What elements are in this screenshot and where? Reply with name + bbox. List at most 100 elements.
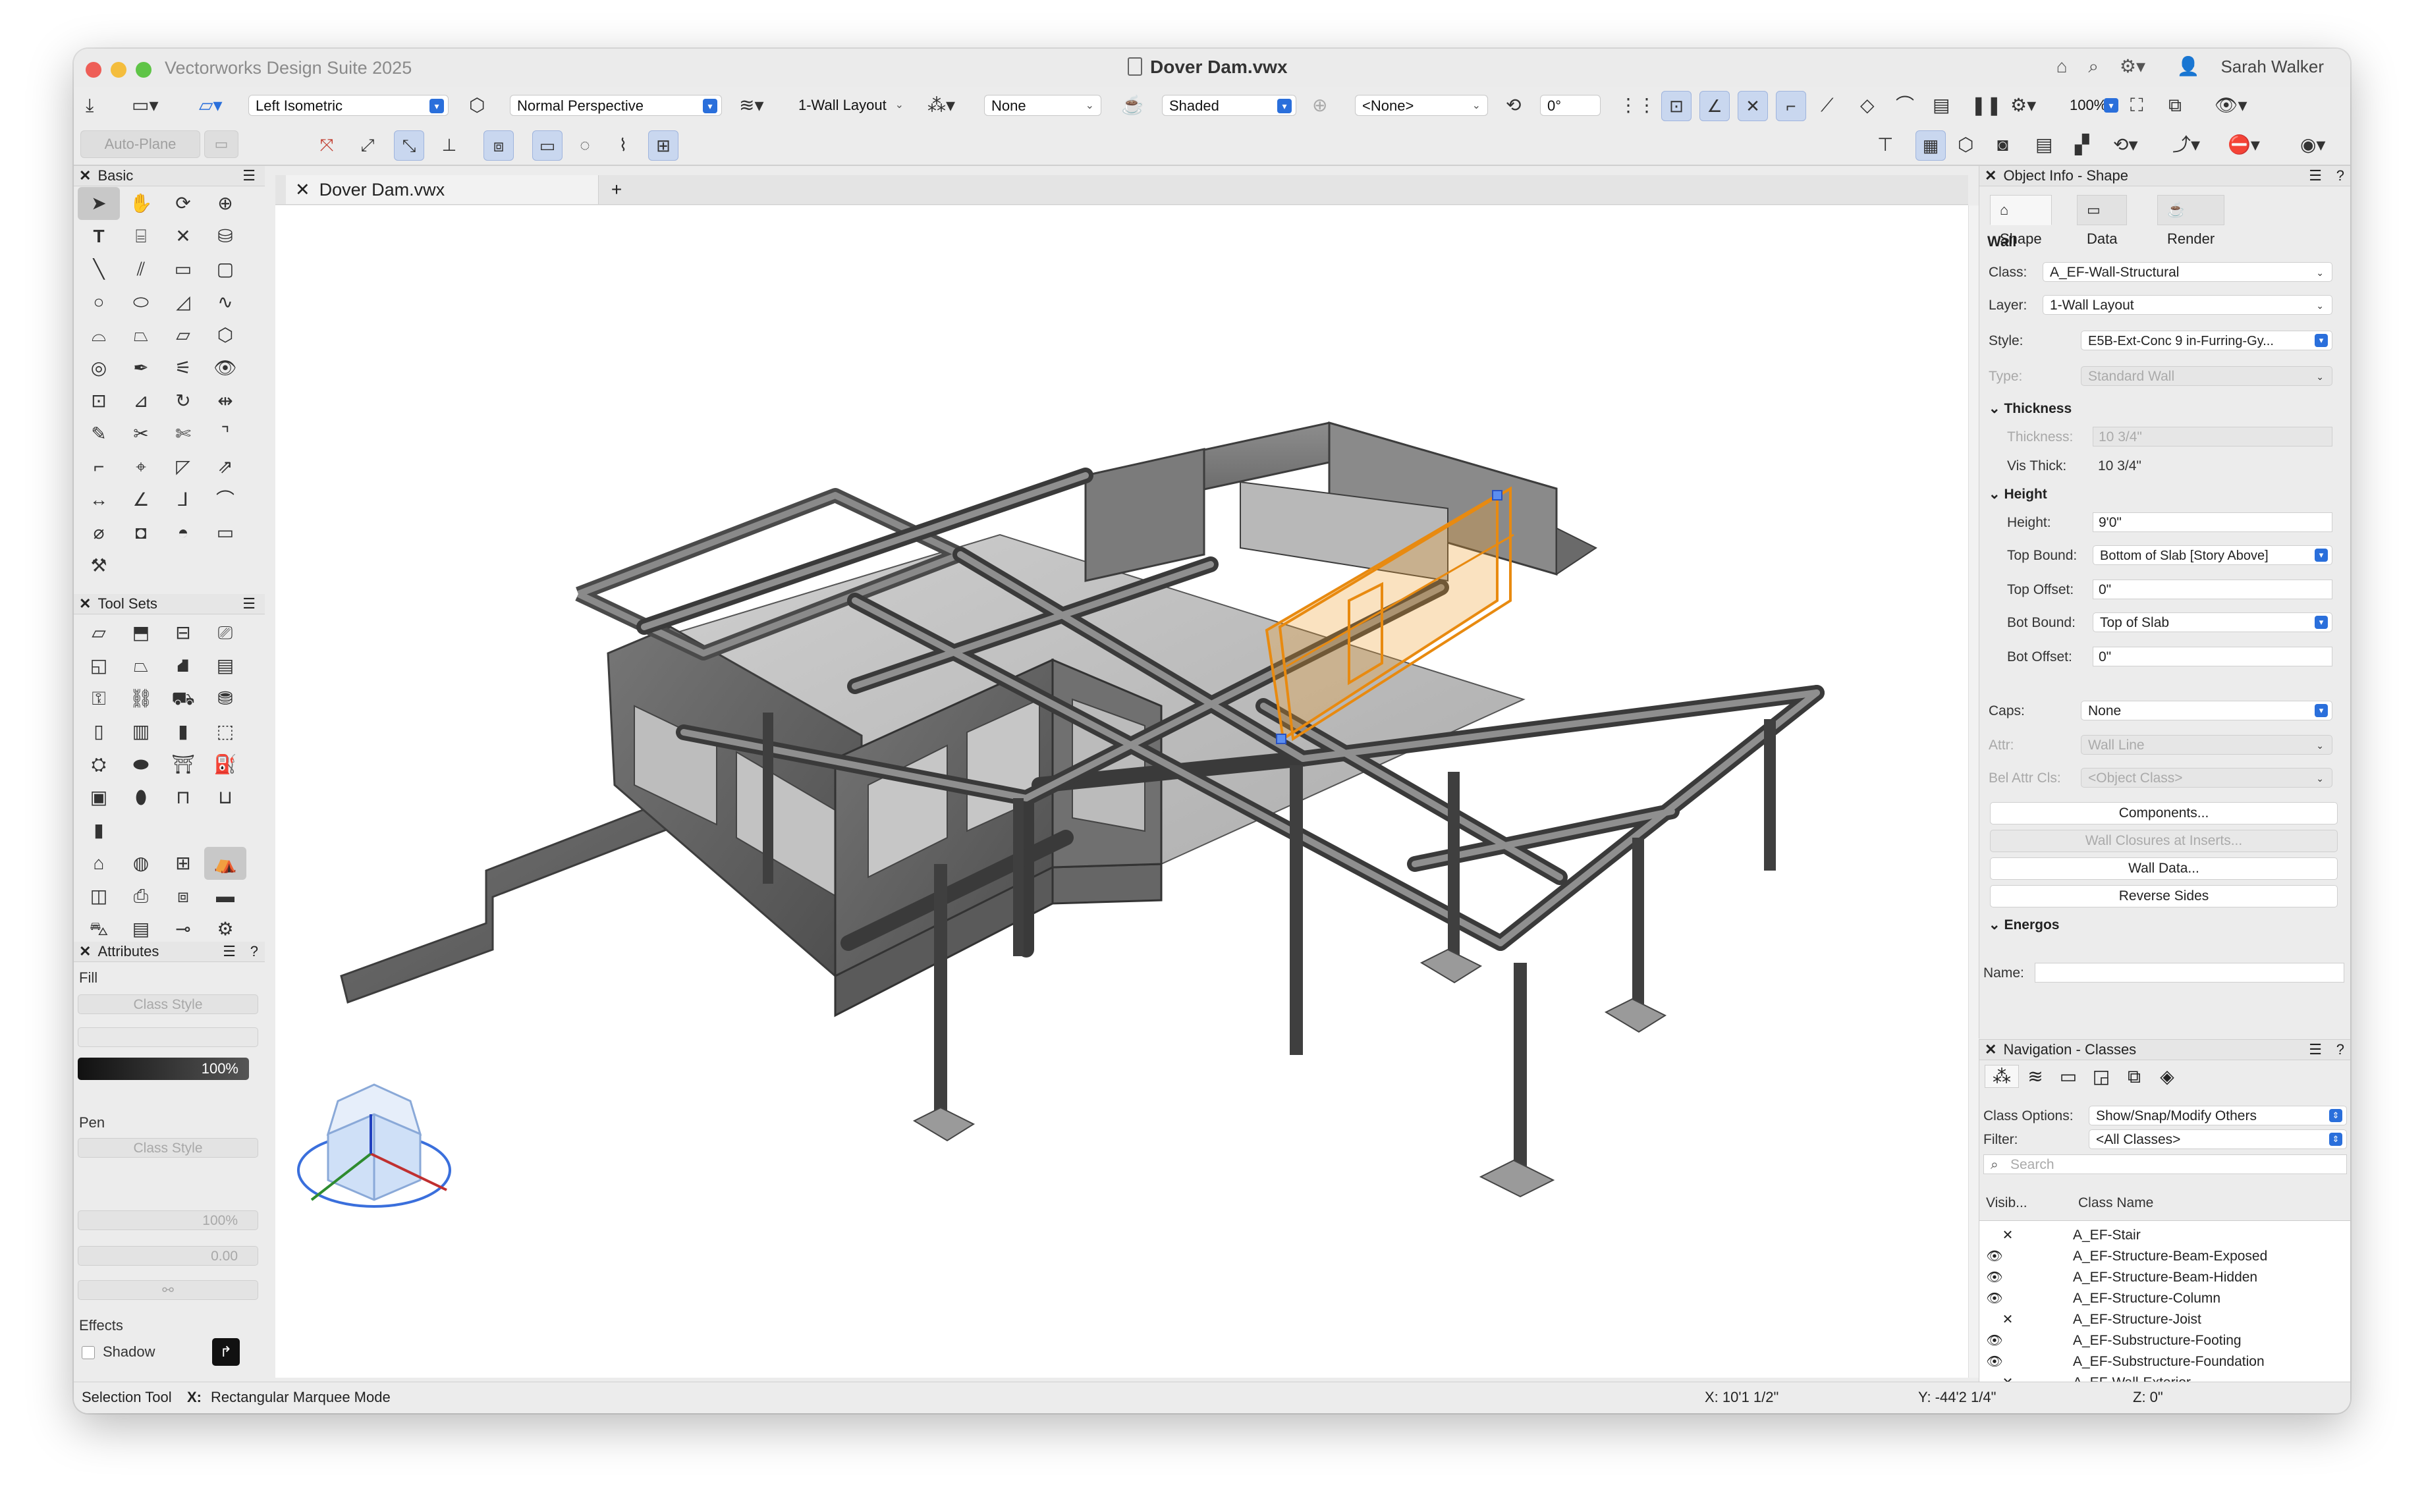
zoom-tool-icon[interactable]: ⊕ xyxy=(204,187,246,220)
rotate-mode-icon[interactable]: ⊥ xyxy=(435,130,464,159)
stake-tool-icon[interactable]: ⛁ xyxy=(204,220,246,253)
class-options-select[interactable]: Show/Snap/Modify Others ⇕ xyxy=(2089,1106,2347,1125)
height-field[interactable]: 9'0" xyxy=(2093,512,2332,532)
tab-shape[interactable]: ⌂ Shape xyxy=(1990,195,2052,247)
snap-angle-icon[interactable]: ∠ xyxy=(1699,91,1730,121)
document-settings-icon[interactable]: ▭▾ xyxy=(132,92,159,119)
layout-icon[interactable]: ▞ xyxy=(2075,132,2089,158)
selection-handle[interactable] xyxy=(1492,490,1502,500)
rotate-tool-icon[interactable]: ↻ xyxy=(162,385,204,418)
eye-icon[interactable]: 👁 xyxy=(1985,1330,2004,1351)
eye-icon[interactable]: 👁 xyxy=(1985,1246,2004,1267)
layers-tab-icon[interactable]: ≋ xyxy=(2019,1066,2052,1087)
angle-tool-icon[interactable]: ◓ xyxy=(162,516,204,549)
tape-tool-icon[interactable]: ◘ xyxy=(120,516,162,549)
toolset-frame-icon[interactable]: ⧈ xyxy=(162,880,204,913)
flyover-icon[interactable]: ⟲▾ xyxy=(2113,132,2138,158)
toolset-site-icon[interactable]: ⛓ xyxy=(120,682,162,715)
snap-grid-icon[interactable]: ⋮⋮ xyxy=(1619,92,1656,119)
working-plane-icon[interactable]: ⊕ xyxy=(1312,92,1327,119)
toolset-vehicle-icon[interactable]: ⛍ xyxy=(78,913,120,946)
classes-tab-icon[interactable]: ⁂ xyxy=(1985,1065,2019,1088)
selection-tool-icon[interactable]: ➤ xyxy=(78,187,120,220)
text-tool-icon[interactable]: T xyxy=(78,220,120,253)
angular-dim-tool-icon[interactable]: ∠ xyxy=(120,483,162,516)
symbols-tab-icon[interactable]: ◈ xyxy=(2151,1066,2184,1087)
tool-icon-b[interactable]: ▦ xyxy=(1915,130,1946,161)
energos-section[interactable]: ⌄ Energos xyxy=(1989,917,2059,933)
toolset-tube-icon[interactable]: ⊸ xyxy=(162,913,204,946)
pen-style-select[interactable]: Class Style xyxy=(78,1138,258,1158)
toolset-wall-icon[interactable]: ▱ xyxy=(78,616,120,649)
auto-plane-button[interactable]: Auto-Plane xyxy=(80,130,200,158)
section-tool-icon[interactable]: ⅃ xyxy=(162,483,204,516)
visibility-tool-icon[interactable]: 👁 xyxy=(204,352,246,385)
toolset-key-icon[interactable]: ⚿ xyxy=(78,682,120,715)
toolset-misc-icon[interactable]: ▮ xyxy=(78,814,120,847)
projection-select[interactable]: Normal Perspective ▾ xyxy=(510,95,722,116)
pause-icon[interactable]: ❚❚ xyxy=(1971,92,2002,119)
type-select[interactable]: Standard Wall ⌄ xyxy=(2081,366,2332,386)
tab-render[interactable]: ☕ Render xyxy=(2157,195,2225,247)
mirror-tool-icon[interactable]: ⇹ xyxy=(204,385,246,418)
locus-tool-icon[interactable]: ✕ xyxy=(162,220,204,253)
toolset-home-icon[interactable]: ⛺ xyxy=(204,847,246,880)
views-tab-icon[interactable]: ◲ xyxy=(2085,1066,2118,1087)
render-mode-select[interactable]: Shaded ▾ xyxy=(1162,95,1296,116)
fill-opacity-bar[interactable]: 100% xyxy=(78,1058,249,1080)
view-icon[interactable]: ▱▾ xyxy=(199,92,223,119)
class-row[interactable]: 👁 A_EF-Substructure-Foundation xyxy=(1979,1351,2340,1372)
viewport-scrollbar[interactable] xyxy=(1968,205,1979,1378)
tab-data[interactable]: ▭ Data xyxy=(2077,195,2128,247)
polygon-marquee-icon[interactable]: ⌇ xyxy=(609,130,638,159)
move-by-points-icon[interactable]: ⇗ xyxy=(204,450,246,483)
eyedropper-tool-icon[interactable]: ✒ xyxy=(120,352,162,385)
snap-box-icon[interactable]: ⊡ xyxy=(1661,91,1692,121)
toolset-camera-icon[interactable]: ⎙ xyxy=(120,880,162,913)
smart-edge-icon[interactable]: ⌒ xyxy=(1896,92,1914,119)
multiple-reshape-icon[interactable]: ⤡ xyxy=(394,130,424,161)
pen-weight-field[interactable]: 0.00 xyxy=(78,1246,258,1266)
snap-tangent-icon[interactable]: ◇ xyxy=(1860,92,1875,119)
class-row[interactable]: 👁 A_EF-Structure-Column xyxy=(1979,1288,2340,1309)
toolset-machine-icon[interactable]: ⛭ xyxy=(78,748,120,781)
toolset-column-icon[interactable]: ▮ xyxy=(162,715,204,748)
classes-icon[interactable]: ⁂▾ xyxy=(927,92,955,119)
disable-interactive-icon[interactable]: ⤧ xyxy=(312,130,341,159)
toolset-grid-icon[interactable]: ⊞ xyxy=(162,847,204,880)
toolset-roof-icon[interactable]: ⏢ xyxy=(120,649,162,682)
shadow-checkbox[interactable] xyxy=(82,1346,95,1359)
zoom-window-button[interactable] xyxy=(136,62,152,78)
toolset-slab-icon[interactable]: ⬒ xyxy=(120,616,162,649)
render-mode-icon[interactable]: ☕ xyxy=(1121,92,1144,119)
help-icon[interactable]: ? xyxy=(2336,1040,2344,1060)
transform-mode-icon[interactable]: ⧈ xyxy=(483,130,514,161)
hammer-tool-icon[interactable]: ⚒ xyxy=(78,549,120,582)
document-tab[interactable]: ✕ Dover Dam.vwx xyxy=(286,175,599,204)
toolset-dims-icon[interactable]: ⊟ xyxy=(162,616,204,649)
connect-tool-icon[interactable]: ⌐ xyxy=(78,450,120,483)
plane-select[interactable]: <None> ⌄ xyxy=(1355,95,1488,116)
drawing-area[interactable] xyxy=(275,205,1968,1378)
tool-icon-a[interactable]: ⊤ xyxy=(1877,132,1893,158)
search-input[interactable]: ⌕ Search xyxy=(1983,1154,2347,1174)
user-menu[interactable]: 👤 Sarah Walker xyxy=(2177,56,2324,76)
eye-icon[interactable]: 👁 xyxy=(1985,1267,2004,1288)
line-tool-icon[interactable]: ╲ xyxy=(78,253,120,286)
regular-polygon-tool-icon[interactable]: ⬡ xyxy=(204,319,246,352)
height-section[interactable]: ⌄ Height xyxy=(1989,486,2047,502)
class-name-column-header[interactable]: Class Name xyxy=(2078,1195,2153,1211)
brush-tool-icon[interactable]: ✎ xyxy=(78,418,120,450)
toolset-building-icon[interactable]: ⌂ xyxy=(78,847,120,880)
toolset-bench-icon[interactable]: ⛩ xyxy=(162,748,204,781)
grid-icon[interactable]: ▤ xyxy=(2035,132,2052,158)
eye-icon[interactable]: 👁 xyxy=(1985,1288,2004,1309)
help-icon[interactable]: ? xyxy=(250,942,258,961)
smart-points-icon[interactable]: ▤ xyxy=(1933,92,1950,119)
visibility-column-header[interactable]: Visib... xyxy=(1986,1195,2027,1211)
layers-icon[interactable]: ≋▾ xyxy=(739,92,764,119)
attribute-mapping-tool-icon[interactable]: ⚟ xyxy=(162,352,204,385)
polyline-tool-icon[interactable]: ⌓ xyxy=(78,319,120,352)
toolset-stair-icon[interactable]: ⛘ xyxy=(162,649,204,682)
thickness-section[interactable]: ⌄ Thickness xyxy=(1989,400,2072,417)
